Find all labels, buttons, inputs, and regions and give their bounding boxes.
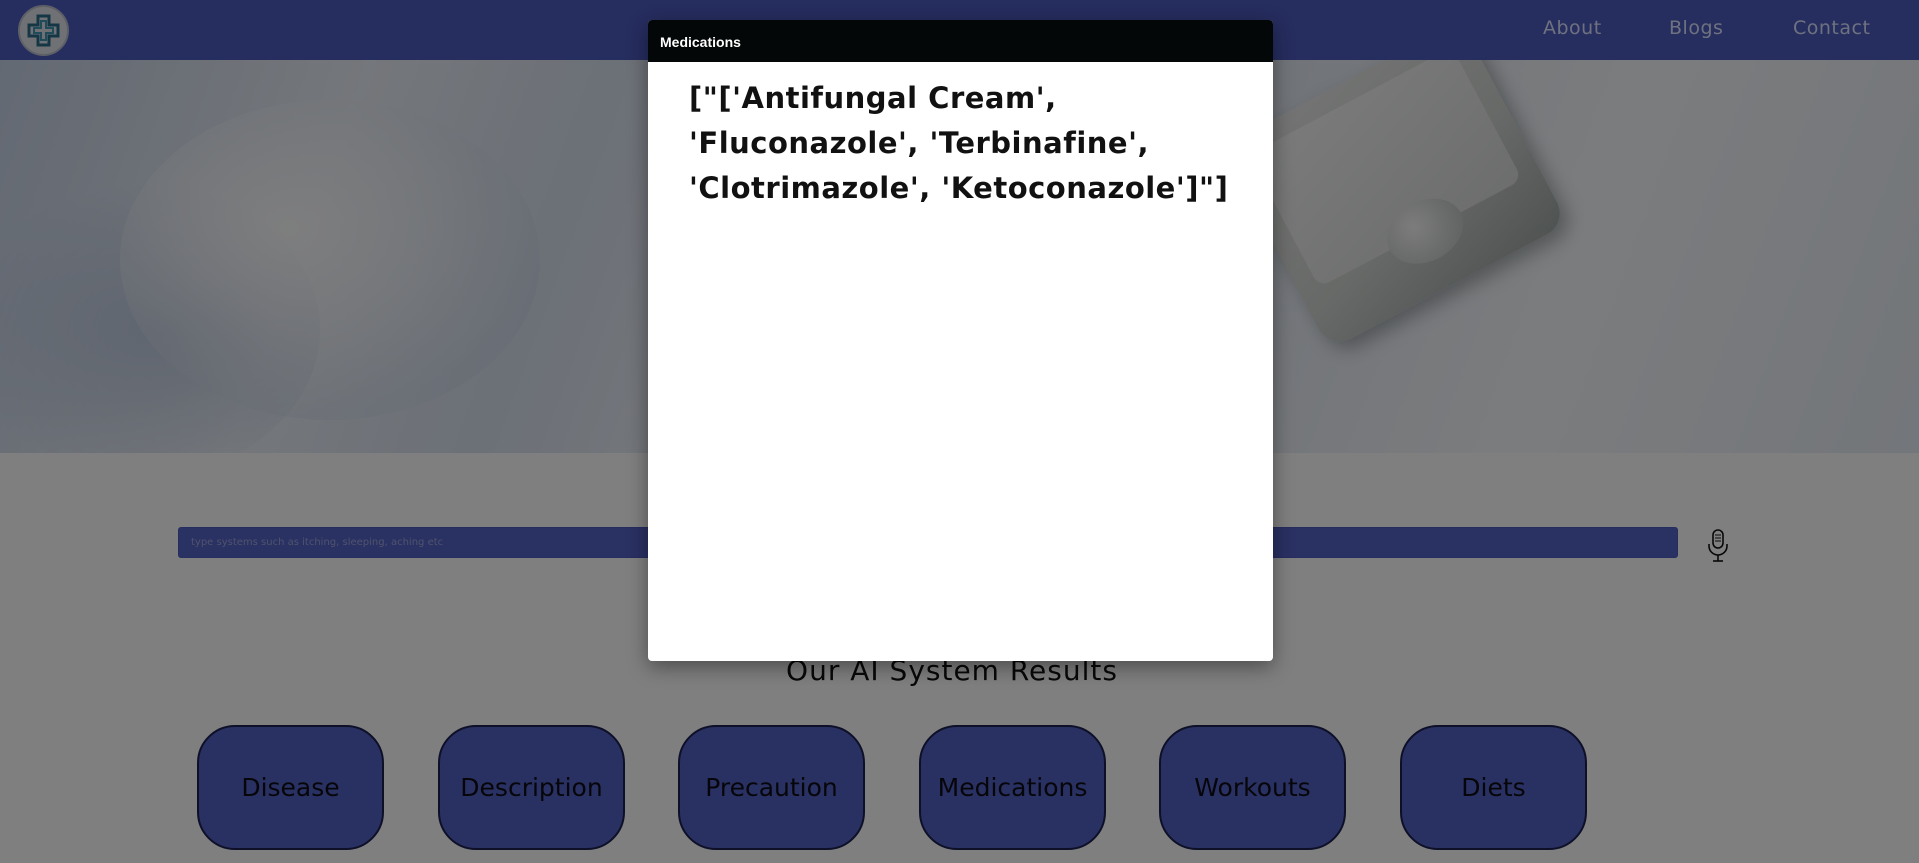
- modal-title: Medications: [648, 20, 1273, 62]
- modal-body-text: ["['Antifungal Cream', 'Fluconazole', 'T…: [689, 81, 1229, 205]
- medications-modal: Medications ["['Antifungal Cream', 'Fluc…: [648, 20, 1273, 661]
